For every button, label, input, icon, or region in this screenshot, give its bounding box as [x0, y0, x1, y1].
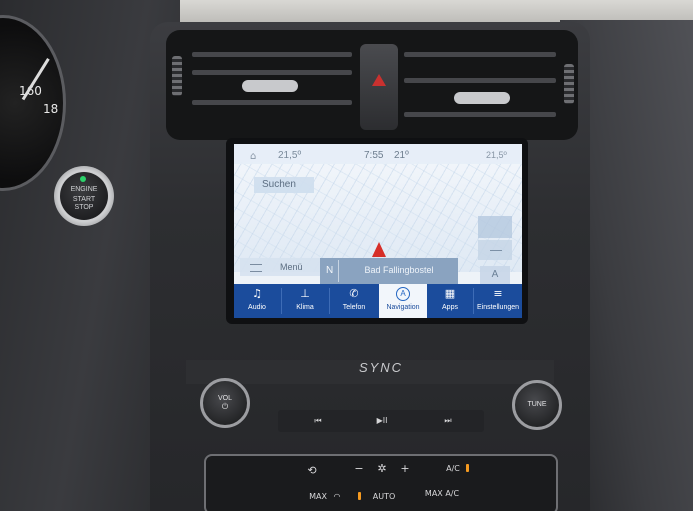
auto-button[interactable]: AUTO	[368, 492, 400, 501]
dock-item-apps[interactable]: ▦ Apps	[428, 284, 472, 318]
dock-label-audio: Audio	[248, 304, 266, 311]
fan-plus-button[interactable]: +	[398, 462, 412, 475]
start-stop-label-stop: STOP	[74, 204, 94, 211]
vent-tab-left[interactable]	[242, 80, 298, 92]
phone-icon: ✆	[349, 287, 359, 300]
minus-icon	[490, 250, 502, 251]
dock-item-klima[interactable]: ⊥ Klima	[282, 284, 328, 318]
hazard-triangle-icon	[372, 74, 386, 86]
compass-icon[interactable]: A	[480, 266, 510, 284]
auto-indicator-led	[358, 492, 361, 500]
banner-divider	[338, 260, 339, 282]
menu-button[interactable]: Menü	[240, 258, 324, 276]
ac-button[interactable]: A/C	[440, 464, 466, 473]
current-street: Bad Fallingbostel	[364, 265, 434, 275]
vent-wheel-left[interactable]	[172, 56, 182, 96]
hazard-button[interactable]	[360, 44, 398, 130]
dock-label-apps: Apps	[442, 304, 458, 311]
navigation-icon: A	[396, 287, 410, 301]
hamburger-icon	[250, 264, 262, 272]
fan-minus-button[interactable]: −	[352, 462, 366, 475]
feature-bar: ♫ Audio ⊥ Klima ✆ Telefon A Navigation ▦…	[234, 284, 522, 318]
dock-item-audio[interactable]: ♫ Audio	[234, 284, 280, 318]
fan-icon: ✲	[377, 462, 387, 475]
home-icon[interactable]: ⌂	[250, 151, 256, 162]
start-stop-led	[80, 176, 86, 182]
sync-logo: SYNC	[358, 360, 404, 375]
sync-touchscreen: ⌂ 21,5º 7:55 21º 21,5º Suchen Menü N Bad…	[234, 144, 522, 318]
dock-label-einstellungen: Einstellungen	[476, 304, 520, 311]
heading-indicator: N	[326, 265, 334, 276]
dock-item-einstellungen[interactable]: ≡ Einstellungen	[474, 284, 522, 318]
vent-slat	[192, 70, 352, 75]
play-pause-icon[interactable]: ▶II	[364, 410, 400, 432]
dock-label-navigation: Navigation	[386, 304, 420, 311]
vent-slat	[404, 52, 556, 57]
car-dashboard-photo: 160 18 ENGINE START STOP ⌂ 21,5º 7:55 21…	[0, 0, 693, 511]
speed-mark-180: 18	[43, 102, 59, 116]
outside-temp: 21º	[394, 150, 409, 161]
volume-knob[interactable]: VOL ⏻	[200, 378, 250, 428]
temp-right: 21,5º	[486, 150, 507, 160]
music-note-icon: ♫	[252, 287, 262, 300]
vent-slat	[192, 52, 352, 57]
max-defrost-button[interactable]: MAX	[306, 492, 330, 501]
vol-label: VOL	[217, 395, 232, 402]
power-icon: ⏻	[221, 402, 229, 411]
ac-indicator-led	[466, 464, 469, 472]
thermometer-icon: ⊥	[300, 287, 310, 300]
start-stop-label-start: START	[72, 196, 96, 203]
settings-sliders-icon: ≡	[493, 287, 503, 300]
tune-label: TUNE	[527, 401, 547, 408]
dock-item-navigation[interactable]: A Navigation	[379, 284, 427, 318]
vent-wheel-right[interactable]	[564, 64, 574, 104]
temp-left: 21,5º	[278, 150, 302, 161]
vent-slat	[404, 112, 556, 117]
clock: 7:55	[364, 150, 384, 161]
search-button[interactable]: Suchen	[254, 177, 314, 193]
status-bar: ⌂ 21,5º 7:55 21º 21,5º	[234, 144, 522, 164]
tune-knob[interactable]: TUNE	[512, 380, 562, 430]
vent-tab-right[interactable]	[454, 92, 510, 104]
max-ac-button[interactable]: MAX A/C	[420, 489, 464, 498]
apps-grid-icon: ▦	[444, 287, 456, 300]
dock-label-telefon: Telefon	[342, 304, 366, 311]
recirculation-icon[interactable]: ⟲	[302, 464, 322, 477]
zoom-in-button[interactable]	[478, 216, 512, 238]
position-arrow-icon	[372, 242, 386, 257]
defrost-icon: ◠	[333, 492, 341, 501]
start-stop-label-engine: ENGINE	[70, 186, 98, 193]
menu-label: Menü	[280, 262, 303, 272]
dock-label-klima: Klima	[296, 304, 314, 311]
next-track-icon[interactable]: ⏭	[430, 410, 466, 432]
dock-item-telefon[interactable]: ✆ Telefon	[330, 284, 378, 318]
vent-slat	[404, 78, 556, 83]
previous-track-icon[interactable]: ⏮	[300, 410, 336, 432]
vent-slat	[192, 100, 352, 105]
